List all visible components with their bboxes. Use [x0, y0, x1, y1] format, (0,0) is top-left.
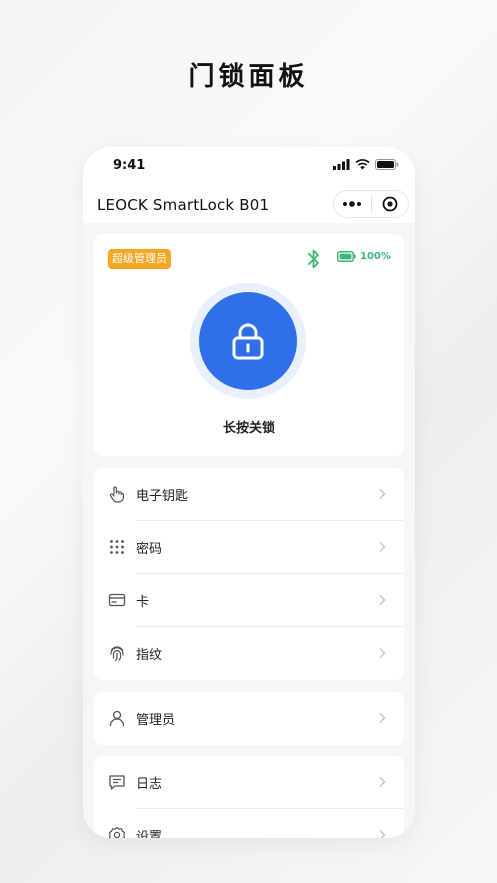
- lock-icon: [232, 323, 264, 360]
- menu-label: 设置: [136, 830, 163, 838]
- promo-title: 门锁面板: [188, 62, 309, 92]
- chevron-right-icon: [379, 777, 386, 787]
- chevron-right-icon: [379, 489, 386, 499]
- keypad-icon: [110, 540, 124, 554]
- battery-indicator: 100%: [337, 251, 391, 262]
- menu-item-password[interactable]: 密码: [94, 521, 404, 574]
- chevron-right-icon: [379, 542, 386, 552]
- status-time: 9:41: [113, 158, 146, 173]
- signal-icon: [333, 159, 350, 170]
- wifi-icon: [355, 159, 370, 170]
- nav-title: LEOCK SmartLock B01: [97, 196, 270, 214]
- menu-item-card[interactable]: 卡: [94, 574, 404, 627]
- message-icon: [109, 775, 125, 790]
- chevron-right-icon: [379, 830, 386, 838]
- target-icon: [382, 196, 398, 212]
- log-menu-card: 日志 设置: [94, 756, 404, 838]
- menu-label: 日志: [136, 777, 163, 792]
- battery-icon: [337, 251, 356, 262]
- hand-tap-icon: [109, 486, 124, 503]
- menu-label: 卡: [136, 595, 150, 610]
- menu-item-fingerprint[interactable]: 指纹: [94, 627, 404, 680]
- lock-ring: [190, 283, 306, 399]
- lock-card: 超级管理员 100% 长按关锁: [94, 234, 404, 456]
- menu-label: 电子钥匙: [136, 489, 189, 504]
- menu-item-settings[interactable]: 设置: [94, 809, 404, 838]
- role-badge: 超级管理员: [108, 249, 171, 269]
- admin-menu-card: 管理员: [94, 692, 404, 745]
- close-button[interactable]: [372, 191, 409, 217]
- battery-status-icon: [375, 159, 399, 170]
- chevron-right-icon: [379, 595, 386, 605]
- fingerprint-icon: [110, 646, 124, 662]
- top-bar: 9:41 LEOCK SmartLock B01: [83, 147, 415, 223]
- chevron-right-icon: [379, 648, 386, 658]
- more-button[interactable]: [334, 191, 371, 217]
- user-icon: [109, 710, 125, 727]
- gear-icon: [108, 826, 126, 838]
- card-icon: [108, 593, 126, 607]
- status-icons: [333, 159, 399, 170]
- more-dots-icon: [343, 201, 362, 207]
- menu-label: 管理员: [136, 713, 176, 728]
- bluetooth-icon: [308, 249, 319, 269]
- lock-button[interactable]: [199, 292, 297, 390]
- chevron-right-icon: [379, 713, 386, 723]
- menu-item-e-key[interactable]: 电子钥匙: [94, 468, 404, 521]
- battery-text: 100%: [360, 251, 391, 262]
- menu-label: 指纹: [136, 648, 163, 663]
- mini-program-capsule: [333, 190, 409, 218]
- menu-label: 密码: [136, 542, 163, 557]
- menu-item-log[interactable]: 日志: [94, 756, 404, 809]
- lock-caption: 长按关锁: [222, 421, 275, 436]
- keys-menu-card: 电子钥匙 密码 卡 指纹: [94, 468, 404, 680]
- phone-frame: 9:41 LEOCK SmartLock B01 超级管理员 100% 长按关锁…: [83, 147, 415, 838]
- menu-item-admin[interactable]: 管理员: [94, 692, 404, 745]
